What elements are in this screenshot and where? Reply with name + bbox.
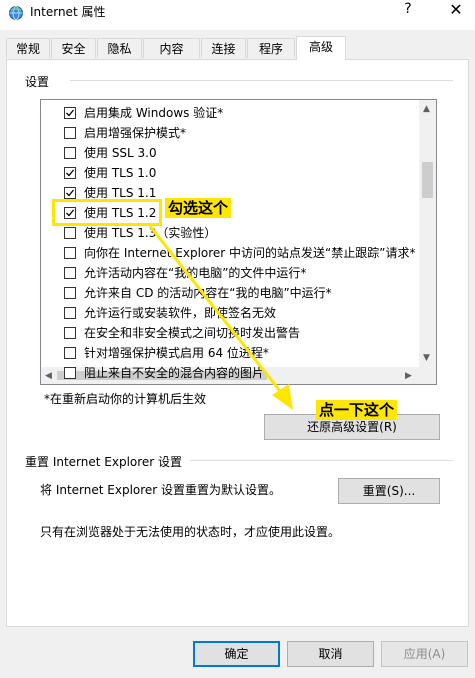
- title-bar: Internet 属性 ? ✕: [0, 0, 475, 30]
- setting-checkbox[interactable]: [64, 227, 76, 239]
- setting-label[interactable]: 启用集成 Windows 验证*: [84, 103, 223, 123]
- setting-label[interactable]: 针对增强保护模式启用 64 位进程*: [84, 343, 269, 363]
- restart-note: *在重新启动你的计算机后生效: [44, 392, 207, 406]
- setting-label[interactable]: 允许活动内容在“我的电脑”的文件中运行*: [84, 263, 306, 283]
- click-this-callout: 点一下这个: [316, 400, 398, 420]
- tab-content[interactable]: 内容: [143, 38, 200, 58]
- scroll-right-icon[interactable]: ▶: [405, 371, 412, 381]
- tab-general[interactable]: 常规: [6, 38, 50, 58]
- help-button[interactable]: ?: [400, 1, 416, 17]
- vertical-scroll-thumb[interactable]: [422, 162, 433, 198]
- setting-checkbox[interactable]: [64, 267, 76, 279]
- scroll-left-icon[interactable]: ◀: [45, 371, 52, 381]
- setting-label[interactable]: 在安全和非安全模式之间切换时发出警告: [84, 323, 300, 343]
- setting-checkbox[interactable]: [64, 187, 76, 199]
- check-this-callout: 勾选这个: [165, 198, 232, 218]
- setting-label[interactable]: 向你在 Internet Explorer 中访问的站点发送“禁止跟踪”请求*: [84, 243, 416, 263]
- scroll-up-icon[interactable]: ▲: [423, 104, 430, 114]
- scroll-down-icon[interactable]: ▼: [423, 353, 430, 363]
- reset-button[interactable]: 重置(S)...: [338, 478, 440, 504]
- setting-label[interactable]: 使用 TLS 1.0: [84, 163, 156, 183]
- tab-security[interactable]: 安全: [51, 38, 96, 58]
- setting-checkbox[interactable]: [64, 247, 76, 259]
- setting-checkbox[interactable]: [64, 287, 76, 299]
- tls-1-2-highlight-box: [52, 199, 162, 226]
- close-button[interactable]: ✕: [443, 0, 469, 19]
- vertical-scrollbar[interactable]: ▲ ▼: [419, 100, 436, 368]
- reset-description: 将 Internet Explorer 设置重置为默认设置。: [40, 483, 282, 497]
- reset-warning-note: 只有在浏览器处于无法使用的状态时，才应使用此设置。: [40, 525, 341, 539]
- setting-checkbox[interactable]: [64, 147, 76, 159]
- tab-programs[interactable]: 程序: [247, 38, 295, 58]
- setting-label[interactable]: 允许来自 CD 的活动内容在“我的电脑”中运行*: [84, 283, 332, 303]
- setting-label[interactable]: 使用 SSL 3.0: [84, 143, 157, 163]
- setting-checkbox[interactable]: [64, 367, 76, 379]
- setting-label[interactable]: 允许运行或安装软件，即使签名无效: [84, 303, 276, 323]
- ok-button[interactable]: 确定: [193, 641, 280, 667]
- setting-checkbox[interactable]: [64, 127, 76, 139]
- setting-checkbox[interactable]: [64, 167, 76, 179]
- tab-strip: 常规 安全 隐私 内容 连接 程序 高级: [6, 36, 466, 60]
- setting-checkbox[interactable]: [64, 327, 76, 339]
- settings-group-divider: [70, 80, 453, 81]
- setting-checkbox[interactable]: [64, 307, 76, 319]
- window-title: Internet 属性: [30, 5, 106, 19]
- setting-label[interactable]: 使用 TLS 1.3（实验性）: [84, 223, 216, 243]
- cancel-button[interactable]: 取消: [287, 641, 374, 667]
- reset-group-divider: [190, 460, 453, 461]
- scrollbar-corner: [419, 367, 436, 384]
- setting-checkbox[interactable]: [64, 347, 76, 359]
- settings-list[interactable]: ▲ ▼ ◀ ▶ 启用集成 Windows 验证* 启用增强保护模式* 使用 SSL …: [40, 99, 437, 385]
- tab-advanced[interactable]: 高级: [296, 36, 346, 60]
- tab-connections[interactable]: 连接: [201, 38, 246, 58]
- internet-explorer-globe-icon: [9, 6, 23, 20]
- setting-checkbox[interactable]: [64, 107, 76, 119]
- reset-group-label: 重置 Internet Explorer 设置: [25, 455, 183, 469]
- settings-group-label: 设置: [25, 75, 50, 89]
- setting-label[interactable]: 启用增强保护模式*: [84, 123, 186, 143]
- tab-privacy[interactable]: 隐私: [97, 38, 142, 58]
- setting-label[interactable]: 阻止来自不安全的混合内容的图片: [84, 363, 264, 383]
- apply-button[interactable]: 应用(A): [381, 641, 468, 667]
